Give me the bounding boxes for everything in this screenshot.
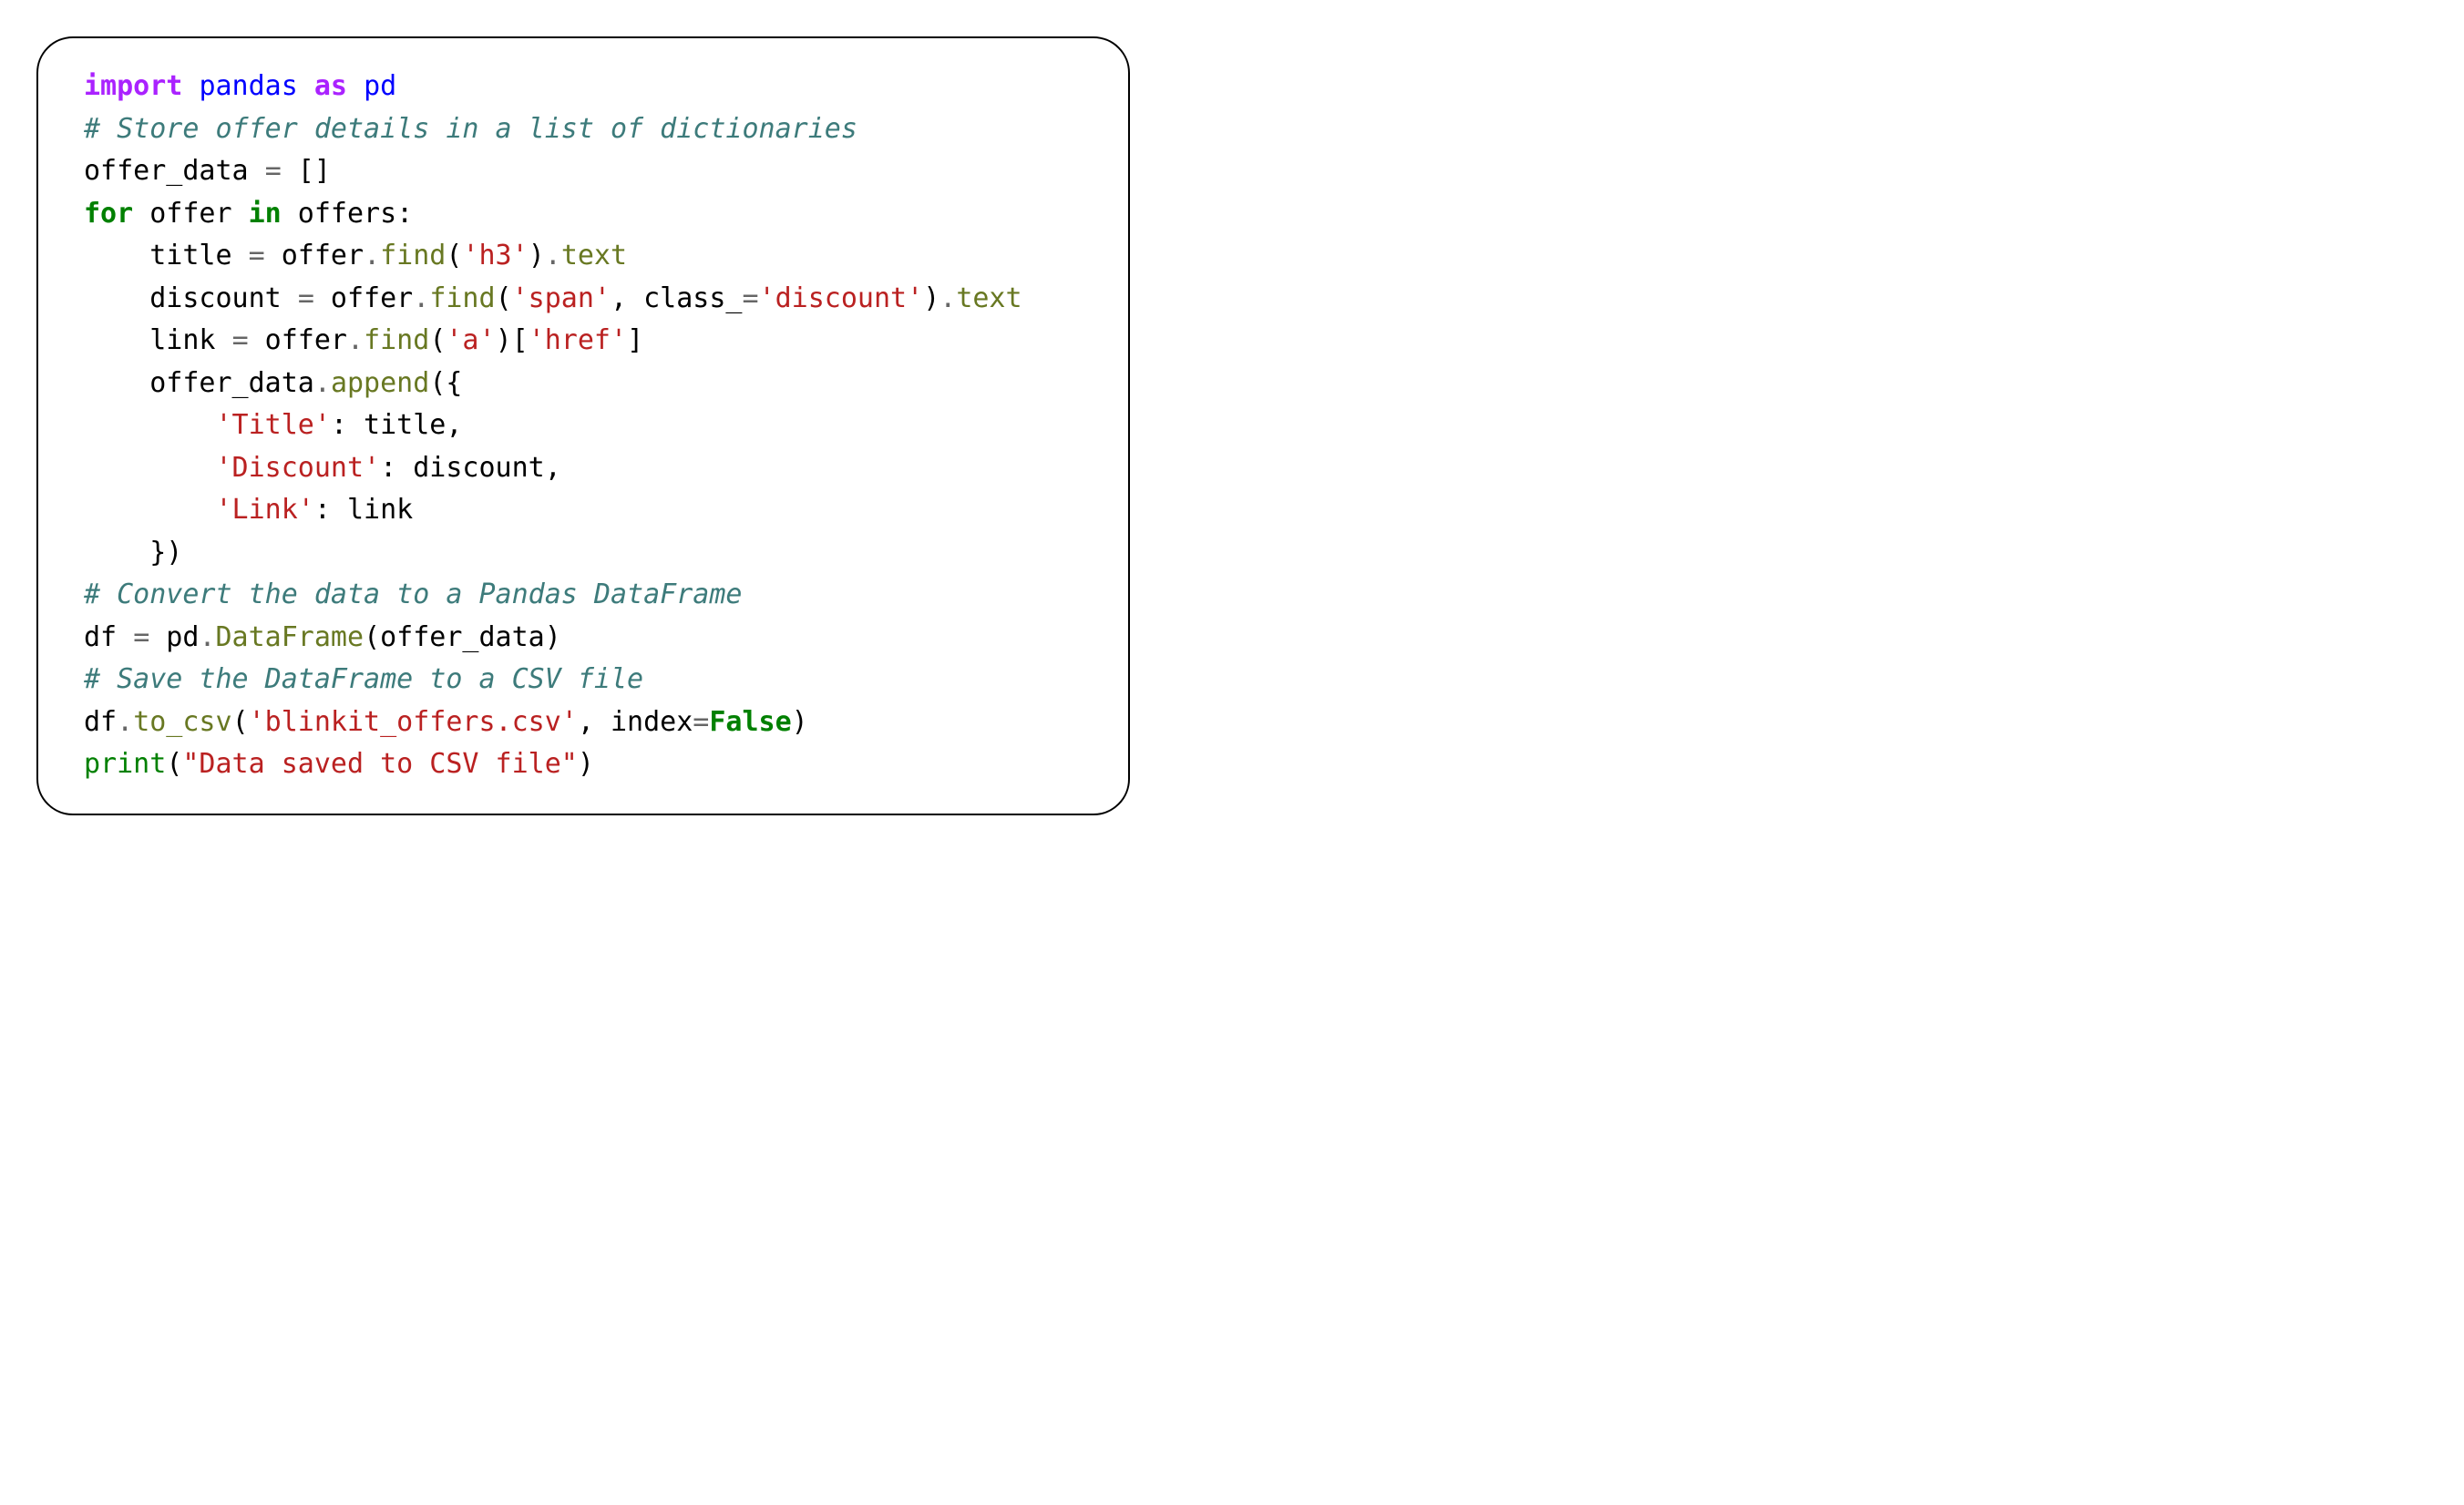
code-token: , class_ bbox=[611, 282, 743, 314]
code-token: df bbox=[84, 621, 133, 653]
code-token: )[ bbox=[496, 324, 529, 356]
code-token: import bbox=[84, 70, 182, 102]
code-token: # Save the DataFrame to a CSV file bbox=[84, 663, 643, 695]
code-token: ) bbox=[578, 748, 594, 780]
code-token: pd bbox=[149, 621, 199, 653]
code-token: . bbox=[413, 282, 429, 314]
code-token: ( bbox=[496, 282, 512, 314]
code-token: = bbox=[133, 621, 149, 653]
code-token: . bbox=[199, 621, 215, 653]
code-token: 'Title' bbox=[216, 409, 331, 441]
code-token: False bbox=[709, 706, 791, 738]
code-token bbox=[84, 409, 216, 441]
code-token: find bbox=[364, 324, 429, 356]
code-token: }) bbox=[84, 537, 182, 568]
code-token: # Convert the data to a Pandas DataFrame bbox=[84, 578, 742, 610]
code-content: import pandas as pd # Store offer detail… bbox=[84, 66, 1083, 786]
code-token: = bbox=[249, 240, 265, 271]
code-token: 'Discount' bbox=[216, 452, 381, 484]
code-token: DataFrame bbox=[216, 621, 364, 653]
code-token: offer_data bbox=[84, 155, 265, 187]
code-token: . bbox=[314, 367, 331, 399]
code-token: = bbox=[265, 155, 282, 187]
code-token: offers: bbox=[282, 198, 414, 230]
code-token bbox=[298, 70, 314, 102]
code-token: ( bbox=[232, 706, 249, 738]
code-token: append bbox=[331, 367, 429, 399]
code-token: ) bbox=[529, 240, 545, 271]
code-token: . bbox=[347, 324, 364, 356]
code-token: 'href' bbox=[529, 324, 627, 356]
code-token: offer bbox=[249, 324, 347, 356]
code-token: 'span' bbox=[512, 282, 611, 314]
code-token: ( bbox=[429, 324, 446, 356]
code-token: text bbox=[956, 282, 1022, 314]
code-token: ] bbox=[627, 324, 643, 356]
code-token: , index bbox=[578, 706, 693, 738]
code-token: . bbox=[939, 282, 956, 314]
code-token: (offer_data) bbox=[364, 621, 561, 653]
code-token: . bbox=[545, 240, 561, 271]
code-token: : discount, bbox=[380, 452, 561, 484]
code-token: "Data saved to CSV file" bbox=[182, 748, 577, 780]
code-token: to_csv bbox=[133, 706, 231, 738]
code-token: offer_data bbox=[84, 367, 314, 399]
code-token: : title, bbox=[331, 409, 463, 441]
code-token: df bbox=[84, 706, 117, 738]
code-token bbox=[347, 70, 364, 102]
code-token: ) bbox=[792, 706, 808, 738]
code-token: . bbox=[117, 706, 133, 738]
code-token: find bbox=[429, 282, 495, 314]
code-cell: import pandas as pd # Store offer detail… bbox=[36, 36, 1130, 815]
code-token: offer bbox=[265, 240, 364, 271]
code-token: 'Link' bbox=[216, 494, 314, 526]
code-token: link bbox=[84, 324, 232, 356]
code-token: title bbox=[84, 240, 249, 271]
code-token: ( bbox=[446, 240, 462, 271]
code-token: text bbox=[561, 240, 627, 271]
code-token: # Store offer details in a list of dicti… bbox=[84, 113, 857, 145]
code-token: offer bbox=[133, 198, 248, 230]
code-token: discount bbox=[84, 282, 298, 314]
code-token: . bbox=[364, 240, 380, 271]
code-token: in bbox=[249, 198, 282, 230]
code-token: 'discount' bbox=[759, 282, 924, 314]
code-token: = bbox=[232, 324, 249, 356]
code-token bbox=[84, 452, 216, 484]
code-token: pd bbox=[364, 70, 396, 102]
code-token: = bbox=[298, 282, 314, 314]
code-token: 'a' bbox=[446, 324, 495, 356]
code-token: ) bbox=[923, 282, 939, 314]
code-token: as bbox=[314, 70, 347, 102]
code-token: ({ bbox=[429, 367, 462, 399]
code-token: offer bbox=[314, 282, 413, 314]
code-token: ( bbox=[166, 748, 182, 780]
code-token: pandas bbox=[199, 70, 297, 102]
code-token: 'h3' bbox=[462, 240, 528, 271]
code-token bbox=[84, 494, 216, 526]
code-token bbox=[182, 70, 199, 102]
code-token: : link bbox=[314, 494, 413, 526]
code-token: 'blinkit_offers.csv' bbox=[249, 706, 578, 738]
code-token: [] bbox=[282, 155, 331, 187]
code-token: = bbox=[743, 282, 759, 314]
code-token: for bbox=[84, 198, 133, 230]
code-token: find bbox=[380, 240, 446, 271]
code-token: = bbox=[693, 706, 709, 738]
code-token: print bbox=[84, 748, 166, 780]
